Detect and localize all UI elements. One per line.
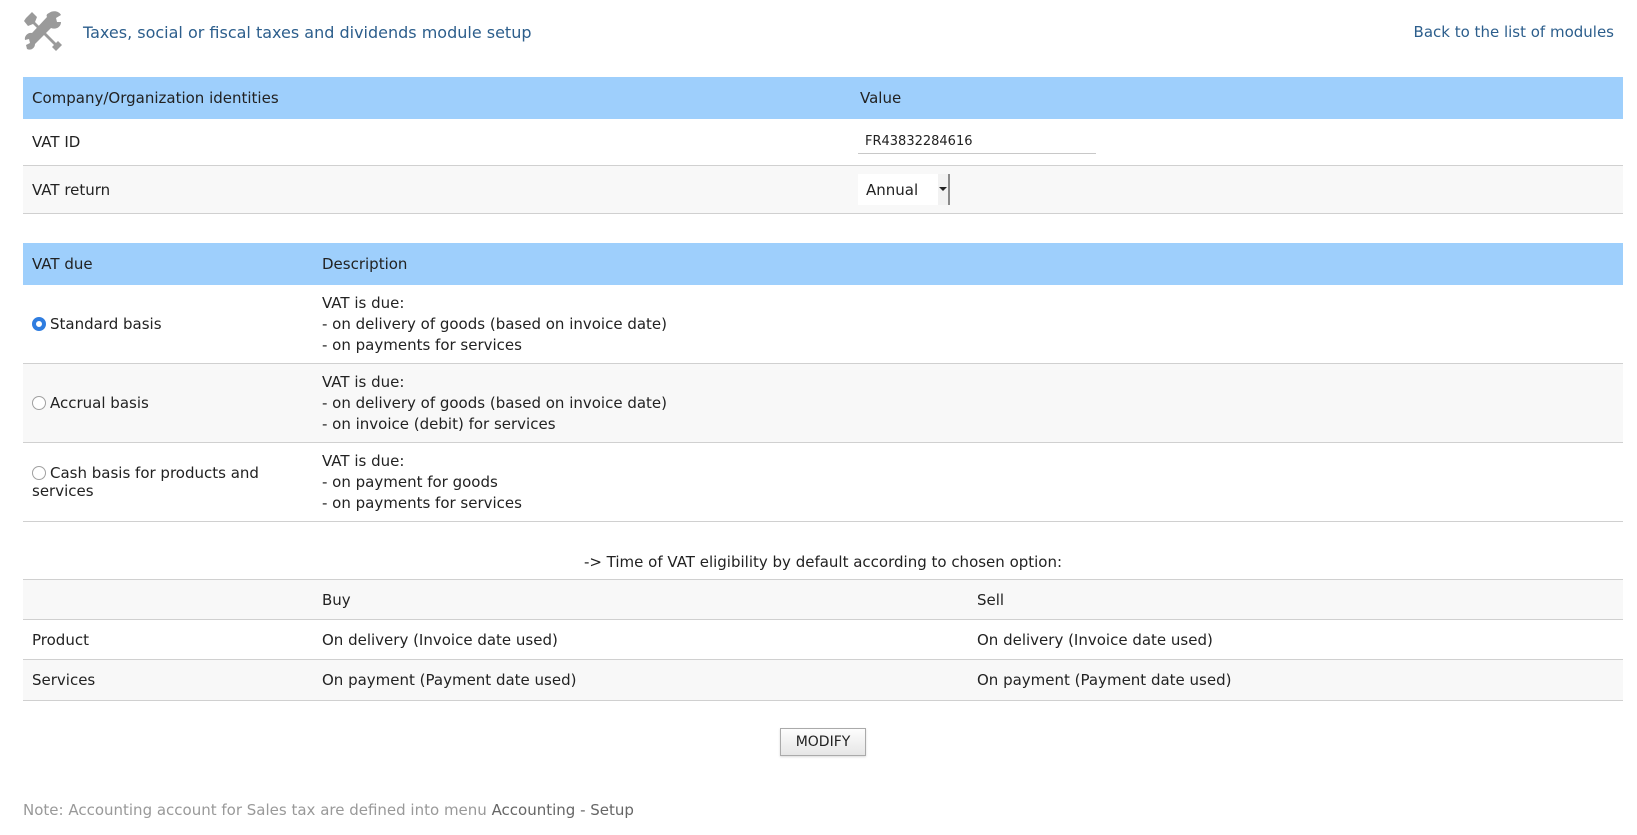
description-line: - on delivery of goods (based on invoice… [322,314,668,333]
buy-column-header: Buy [322,590,351,609]
accrual-basis-label: Accrual basis [50,394,149,412]
description-line: - on delivery of goods (based on invoice… [322,393,668,412]
eligibility-title: -> Time of VAT eligibility by default ac… [583,553,1063,571]
accounting-setup-menu-ref: Accounting - Setup [491,801,634,819]
value-column-header: Value [860,89,902,107]
accrual-basis-radio[interactable] [32,396,46,410]
vat-id-input[interactable] [858,130,1096,154]
page-title: Taxes, social or fiscal taxes and divide… [83,23,532,42]
vat-due-table: VAT due Description Standard basis VAT i… [23,243,1623,522]
vat-return-select[interactable]: Annual [858,174,950,205]
description-line: - on payment for goods [322,472,498,491]
vat-option-standard: Standard basis VAT is due: - on delivery… [23,285,1623,364]
description-line: VAT is due: [322,372,405,391]
description-column-header: Description [322,255,408,273]
table-row: Product On delivery (Invoice date used) … [23,619,1623,660]
row-label: Services [32,671,96,689]
eligibility-header-row: Buy Sell [23,579,1623,620]
description-line: - on payments for services [322,493,522,512]
vat-option-accrual: Accrual basis VAT is due: - on delivery … [23,363,1623,443]
chevron-down-icon[interactable] [938,174,950,205]
buy-cell: On delivery (Invoice date used) [322,630,558,649]
eligibility-table: Buy Sell Product On delivery (Invoice da… [23,579,1623,701]
cash-basis-radio[interactable] [32,466,46,480]
identities-column-header: Company/Organization identities [32,89,279,107]
row-label: Product [32,630,89,649]
footer-note: Note: Accounting account for Sales tax a… [23,801,634,819]
buy-cell: On payment (Payment date used) [322,671,577,689]
description-line: - on payments for services [322,335,522,354]
sell-cell: On payment (Payment date used) [977,671,1232,689]
vat-return-row: VAT return Annual [23,165,1623,214]
identities-table: Company/Organization identities Value VA… [23,77,1623,214]
table-row: Services On payment (Payment date used) … [23,659,1623,701]
standard-basis-label: Standard basis [50,315,162,333]
description-line: VAT is due: [322,451,405,470]
back-to-modules-link[interactable]: Back to the list of modules [1414,23,1614,41]
page-header: Taxes, social or fiscal taxes and divide… [23,8,1614,58]
vat-id-row: VAT ID [23,119,1623,166]
note-text: Note: Accounting account for Sales tax a… [23,801,492,819]
sell-cell: On delivery (Invoice date used) [977,630,1213,649]
vat-id-label: VAT ID [32,133,81,151]
description-line: VAT is due: [322,293,405,312]
vat-return-label: VAT return [32,180,111,199]
sell-column-header: Sell [977,590,1005,609]
tools-icon [24,11,62,51]
vat-return-selected: Annual [866,181,919,199]
vat-due-column-header: VAT due [32,255,93,273]
modify-button[interactable]: MODIFY [780,728,866,756]
cash-basis-label: Cash basis for products and services [32,464,259,500]
description-line: - on invoice (debit) for services [322,414,556,433]
standard-basis-radio[interactable] [32,317,46,331]
vat-option-cash: Cash basis for products and services VAT… [23,442,1623,522]
